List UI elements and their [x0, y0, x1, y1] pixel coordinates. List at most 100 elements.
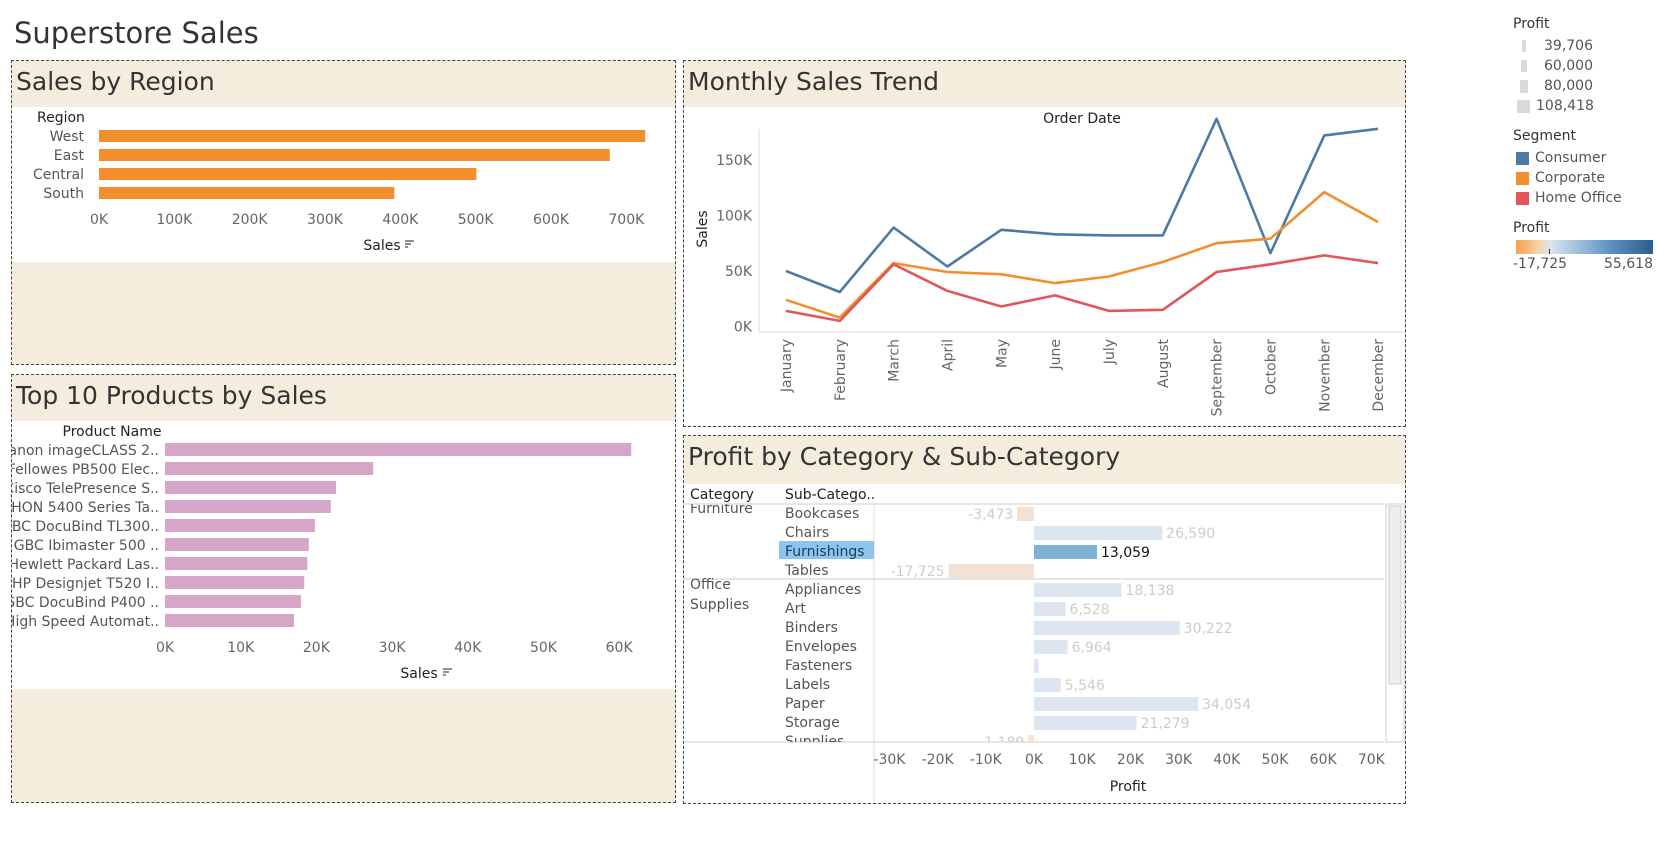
category-label: Office [690, 577, 731, 593]
size-mark-4 [1517, 99, 1530, 113]
category-label: High Speed Automat.. [12, 614, 159, 630]
legend-size-item[interactable]: 108,418 [1513, 96, 1653, 116]
subcategory-label: Furnishings [785, 544, 865, 560]
tick-label: 20K [1117, 752, 1145, 768]
tick-label: 0K [90, 212, 109, 228]
zero-marker [1549, 249, 1550, 254]
profit-bar [1034, 545, 1097, 559]
bar-product [165, 538, 309, 551]
legend-segment-label: Home Office [1535, 190, 1622, 206]
category-label: Canon imageCLASS 2.. [12, 443, 159, 459]
tick-label: 40K [454, 640, 482, 656]
tick-label: 30K [379, 640, 407, 656]
legend-size-label: 108,418 [1536, 98, 1594, 114]
month-label: April [940, 339, 956, 371]
month-label: May [994, 339, 1010, 368]
month-label: March [887, 339, 903, 382]
profit-value-label: 6,528 [1069, 602, 1109, 618]
month-label: August [1156, 338, 1172, 388]
subcategory-label: Art [785, 601, 806, 617]
tick-label: 200K [232, 212, 269, 228]
tick-label: 400K [382, 212, 419, 228]
profit-bar-chart: Category Sub-Catego.. Furniture Bookcases -3… [684, 487, 1405, 803]
col-header-category: Category [690, 487, 754, 503]
size-mark-1 [1522, 40, 1526, 52]
bar-central [99, 168, 477, 180]
profit-color-ramp[interactable] [1516, 240, 1653, 254]
tick-label: 100K [156, 212, 193, 228]
tick-label: -10K [970, 752, 1003, 768]
legend-profit-color-title: Profit [1513, 220, 1550, 236]
y-axis-label: Sales [695, 210, 711, 247]
tick-label: 700K [608, 212, 645, 228]
profit-value-label: 21,279 [1141, 716, 1190, 732]
legend-size-item[interactable]: 39,706 [1513, 36, 1653, 56]
month-label: February [833, 339, 849, 401]
profit-bar [1034, 659, 1039, 673]
tick-label: 10K [1069, 752, 1097, 768]
tick-label: -30K [873, 752, 906, 768]
legend-segment-consumer[interactable]: Consumer [1513, 148, 1653, 168]
category-label: Furniture [690, 501, 753, 517]
profit-rows: Furniture Bookcases -3,473 Chairs 26,590 Furn… [684, 501, 1384, 742]
bar-product [165, 443, 632, 456]
category-label: HON 5400 Series Ta.. [12, 500, 159, 516]
region-bar-chart: Region West East Central South 0K 100K 200K 300K… [33, 110, 646, 254]
line-consumer [785, 117, 1379, 294]
profit-bar [1034, 716, 1137, 730]
bar-west [99, 130, 646, 142]
bar-east [99, 149, 610, 161]
top-header: Order Date [1043, 111, 1121, 127]
legend-segment-home-office[interactable]: Home Office [1513, 188, 1653, 208]
y-tick-label: 0K [734, 319, 753, 335]
panel-title-products: Top 10 Products by Sales [16, 381, 327, 410]
legend-segment-corporate[interactable]: Corporate [1513, 168, 1653, 188]
col-header-subcategory: Sub-Catego.. [785, 487, 875, 503]
legend-segment-label: Corporate [1535, 170, 1605, 186]
profit-bar [948, 564, 1035, 578]
bar-product [165, 462, 374, 475]
subcategory-label: Storage [785, 715, 840, 731]
y-tick-label: 150K [716, 153, 753, 169]
axis-label: Profit [1110, 779, 1147, 795]
profit-value-label: 18,138 [1125, 583, 1174, 599]
category-label: GBC DocuBind TL300.. [12, 519, 159, 535]
products-bar-chart: Product Name Canon imageCLASS 2.. Fellowes… [0, 424, 634, 682]
y-tick-label: 50K [725, 264, 753, 280]
panel-sales-by-region: Sales by Region Region West East Central Sou… [11, 60, 676, 365]
tick-label: 60K [606, 640, 634, 656]
category-label: East [54, 148, 85, 164]
row-header: Region [37, 110, 85, 126]
size-mark-3 [1520, 79, 1528, 93]
tick-label: 300K [307, 212, 344, 228]
legend-size-item[interactable]: 80,000 [1513, 76, 1653, 96]
category-label: HP Designjet T520 I.. [12, 576, 159, 592]
subcategory-label: Labels [785, 677, 830, 693]
home-office-swatch [1516, 191, 1529, 205]
panel-profit-category: Profit by Category & Sub-Category Catego… [683, 435, 1406, 804]
profit-value-label: -17,725 [891, 564, 945, 580]
tick-label: 500K [458, 212, 495, 228]
profit-value-label: 6,964 [1072, 640, 1112, 656]
legend-segment-title: Segment [1513, 128, 1576, 144]
category-label: Central [33, 167, 84, 183]
month-label: November [1317, 339, 1333, 412]
legend-size-item[interactable]: 60,000 [1513, 56, 1653, 76]
month-label: July [1102, 339, 1118, 365]
region-chart-area: Region West East Central South 0K 100K 200K 300K… [12, 107, 675, 262]
bar-product [165, 557, 308, 570]
size-mark-2 [1521, 60, 1527, 72]
month-label: January [779, 339, 795, 393]
profit-bar [1034, 602, 1066, 616]
profit-bar [1034, 678, 1061, 692]
profit-color-range: -17,725 55,618 [1513, 256, 1653, 272]
panel-top-products: Top 10 Products by Sales Product Name Can… [0, 374, 676, 803]
profit-bar [1034, 621, 1180, 635]
month-label: September [1210, 339, 1226, 417]
tick-label: 10K [227, 640, 255, 656]
profit-value-label: 26,590 [1166, 526, 1215, 542]
subcategory-label: Paper [785, 696, 825, 712]
legend-size-label: 80,000 [1544, 78, 1593, 94]
category-label: Cisco TelePresence S.. [12, 481, 159, 497]
profit-value-label: 13,059 [1101, 545, 1150, 561]
